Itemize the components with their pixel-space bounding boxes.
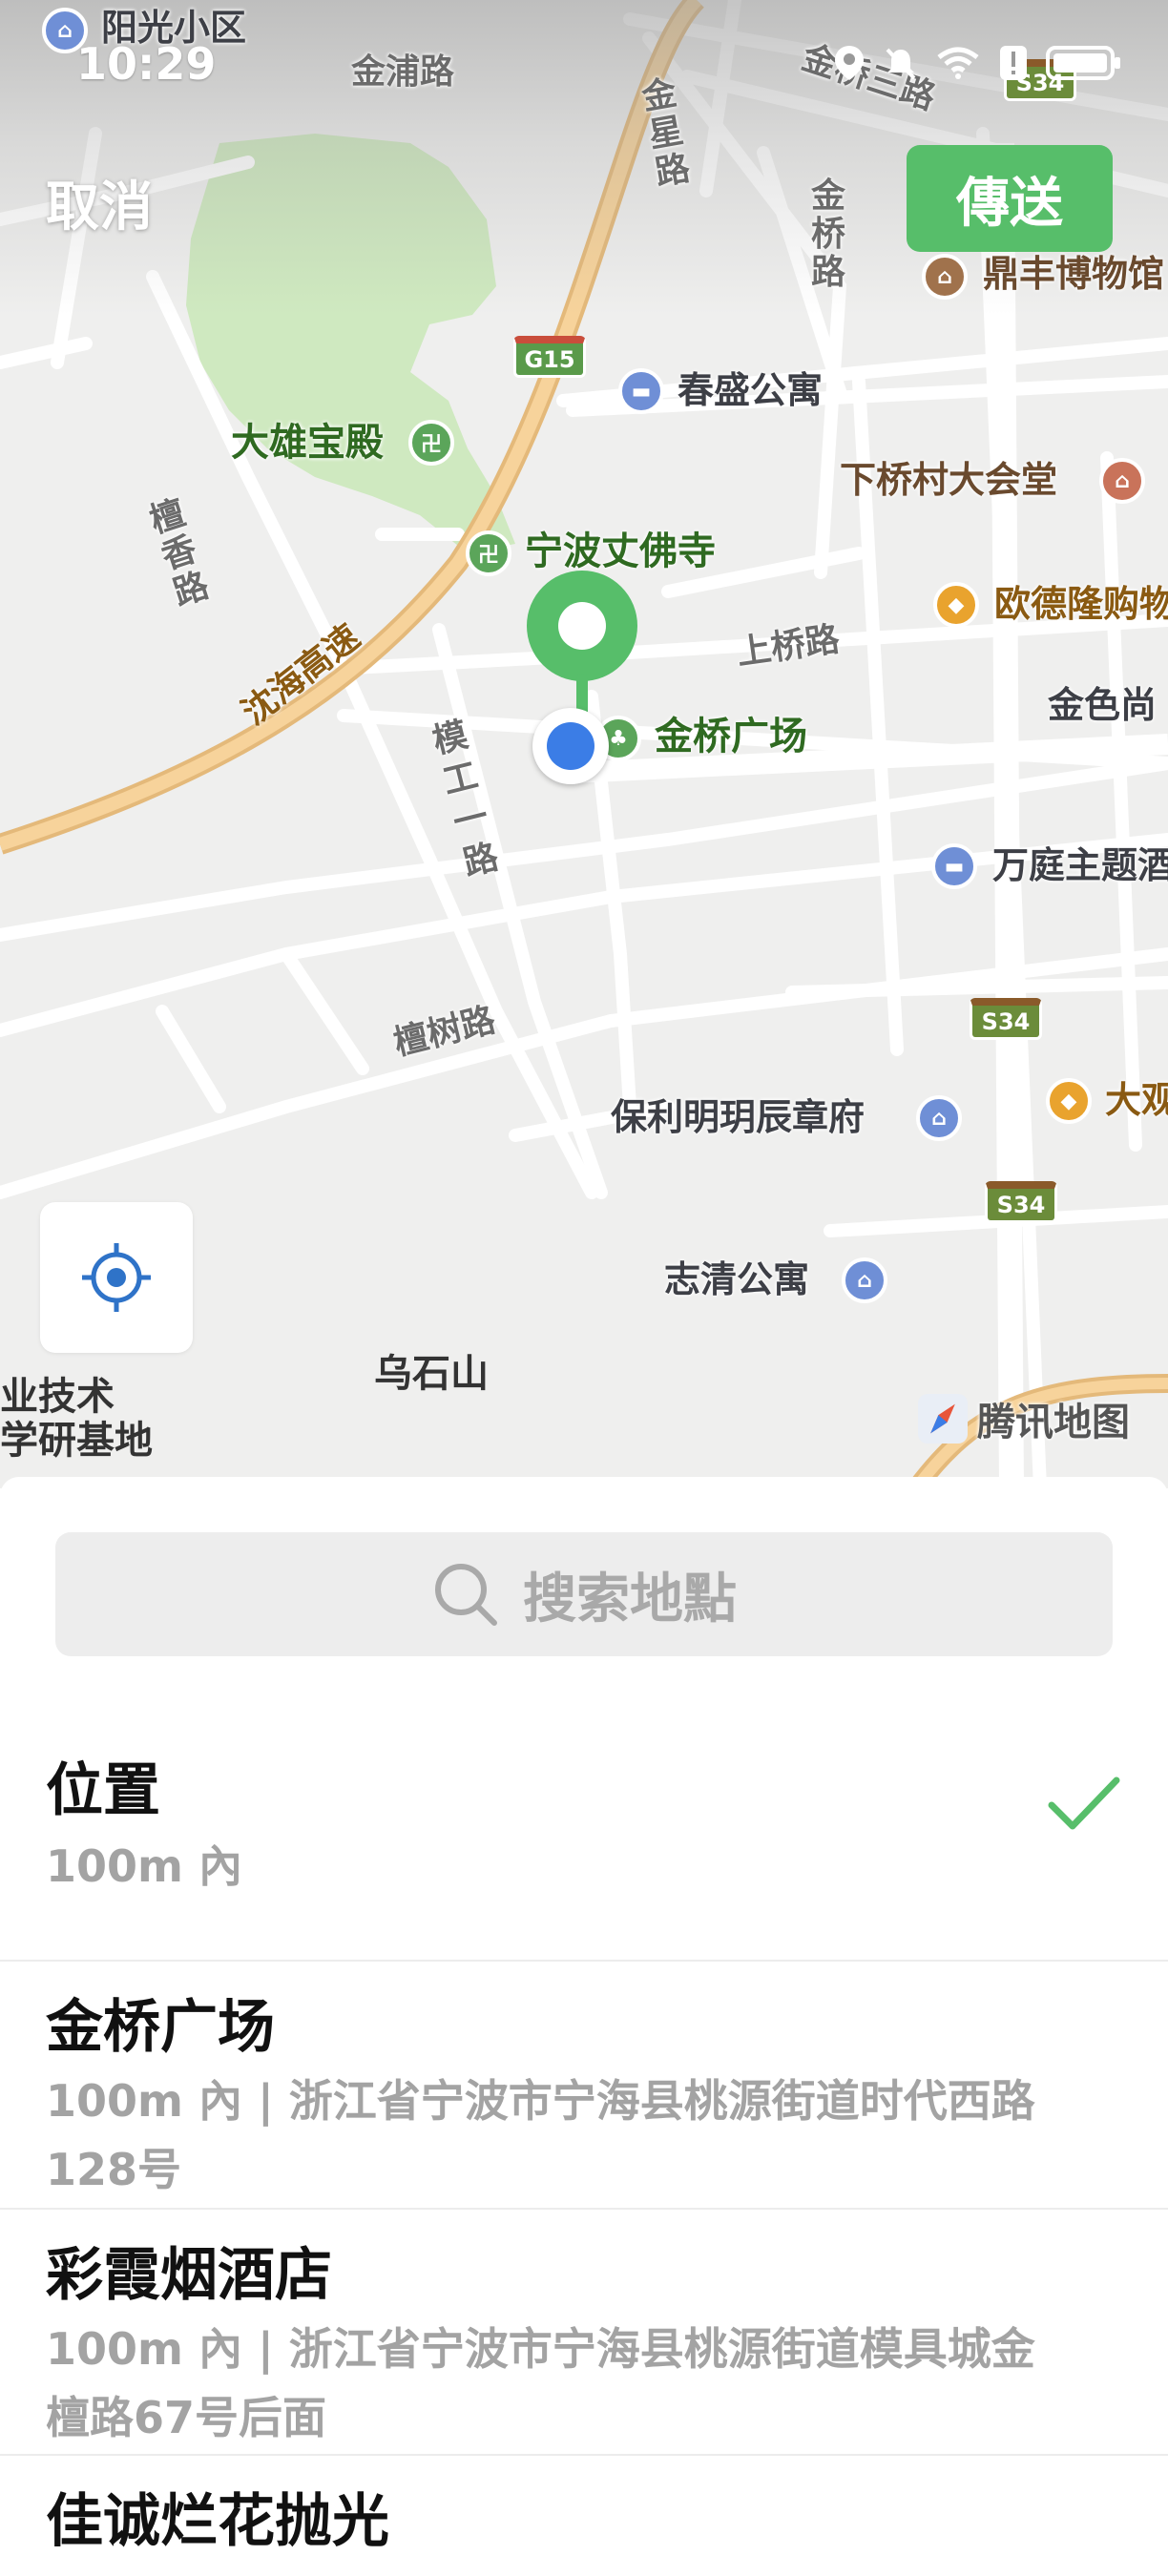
hotel-icon: ▬ [931, 843, 977, 889]
poi-label[interactable]: 万庭主题酒 [992, 847, 1168, 883]
result-item[interactable]: 金桥广场 100m 內 | 浙江省宁波市宁海县桃源街道时代西路128号 [0, 1962, 1168, 2210]
poi-label[interactable]: 保利明玥辰章府 [611, 1099, 865, 1135]
area-label: 学研基地 [0, 1419, 153, 1463]
poi-label[interactable]: 鼎丰博物馆 [983, 256, 1164, 292]
result-title: 佳诚烂花抛光 [46, 2488, 389, 2555]
result-title: 金桥广场 [46, 1994, 275, 2061]
locate-me-button[interactable] [40, 1202, 193, 1353]
temple-icon: 卍 [408, 420, 454, 466]
compass-logo-icon [918, 1394, 968, 1444]
alert-icon [1000, 46, 1027, 80]
search-placeholder: 搜索地點 [523, 1568, 737, 1631]
location-icon [835, 46, 864, 80]
poi-label[interactable]: 金桥广场 [655, 717, 807, 756]
result-subtitle: 100m 內 | 浙江省宁波市宁海县桃源街道时代西路128号 [46, 2075, 1035, 2195]
poi-label[interactable]: 金色尚 [1048, 687, 1157, 723]
hotel-icon: ▬ [618, 368, 664, 414]
poi-label[interactable]: 大雄宝殿 [231, 424, 384, 462]
area-label: 业技术 [0, 1375, 115, 1419]
map-view[interactable]: 金浦路 金桥三路 金星路 金桥路 檀香路 沈海高速 上桥路 模工一路 檀树路 G… [0, 0, 1168, 1488]
wifi-icon [937, 47, 979, 79]
result-item[interactable]: 彩霞烟酒店 100m 內 | 浙江省宁波市宁海县桃源街道模具城金檀路67号后面 [0, 2210, 1168, 2456]
checkmark-icon [1048, 1776, 1120, 1830]
home-icon: ⌂ [842, 1257, 887, 1303]
location-sheet: 搜索地點 位置 100m 內 金桥广场 100m 內 | 浙江省宁波市宁海县桃源… [0, 1477, 1168, 2576]
area-label: 乌石山 [374, 1352, 489, 1396]
poi-label[interactable]: 下桥村大会堂 [840, 462, 1057, 498]
poi-label[interactable]: 大观 [1105, 1082, 1168, 1118]
result-item[interactable]: 位置 100m 內 [0, 1719, 1168, 1962]
map-attribution: 腾讯地图 [916, 1391, 1130, 1446]
current-location-dot [532, 708, 609, 784]
crosshair-icon [82, 1243, 151, 1312]
highway-shield: G15 [513, 336, 586, 378]
search-icon [435, 1564, 497, 1626]
road-label: 金桥路 [811, 177, 846, 292]
selected-location-pin[interactable] [527, 571, 637, 681]
home-icon: ⌂ [916, 1095, 962, 1141]
result-item[interactable]: 佳诚烂花抛光 [0, 2456, 1168, 2576]
highway-shield: S34 [985, 1181, 1057, 1223]
attribution-text: 腾讯地图 [977, 1401, 1130, 1444]
battery-icon [1046, 46, 1120, 80]
hall-icon: ⌂ [1099, 458, 1145, 504]
highway-shield: S34 [970, 998, 1042, 1040]
result-subtitle: 100m 內 [46, 1840, 242, 1892]
poi-label[interactable]: 欧德隆购物 [994, 586, 1168, 622]
search-bar[interactable]: 搜索地點 [55, 1532, 1113, 1656]
museum-icon: ⌂ [922, 254, 968, 300]
temple-icon: 卍 [466, 530, 511, 576]
status-time: 10:29 [76, 38, 217, 90]
status-bar: 10:29 [0, 0, 1168, 114]
poi-label[interactable]: 春盛公寓 [678, 372, 823, 408]
cancel-button[interactable]: 取消 [46, 164, 153, 241]
send-button[interactable]: 傳送 [907, 145, 1113, 252]
shopping-icon: ◆ [933, 582, 979, 628]
result-subtitle: 100m 內 | 浙江省宁波市宁海县桃源街道模具城金檀路67号后面 [46, 2323, 1035, 2443]
poi-label[interactable]: 志清公寓 [664, 1261, 809, 1298]
mute-icon [886, 48, 916, 80]
result-title: 彩霞烟酒店 [46, 2242, 332, 2309]
poi-label[interactable]: 宁波丈佛寺 [525, 532, 716, 571]
shopping-icon: ◆ [1046, 1078, 1092, 1124]
result-title: 位置 [46, 1757, 160, 1824]
